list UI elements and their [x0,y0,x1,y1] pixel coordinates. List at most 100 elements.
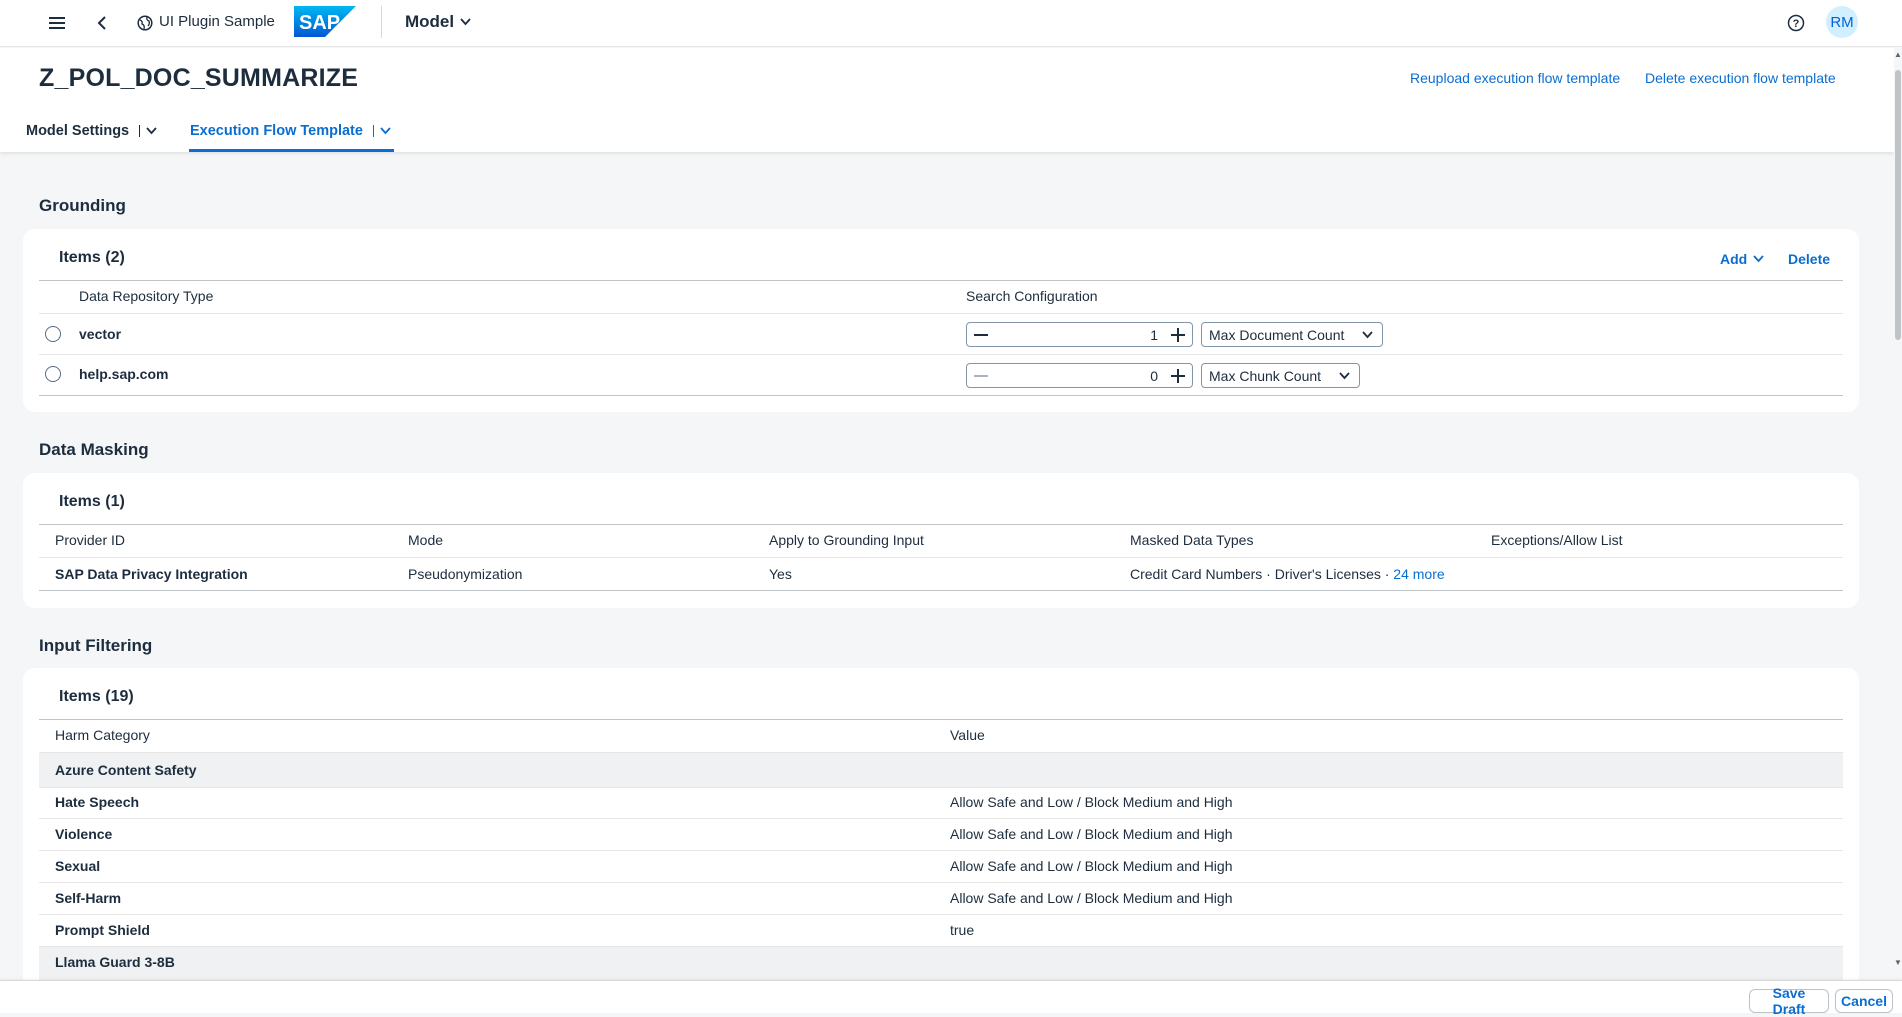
input-filtering-card: Items (19) Harm Category Value Azure Con… [23,668,1859,1008]
plus-icon[interactable] [1167,324,1189,345]
tab-model-settings[interactable]: Model Settings [26,123,157,139]
app-title[interactable]: UI Plugin Sample [159,13,275,30]
table-bottom-border [39,395,1843,396]
globe-icon [134,12,156,34]
apply-to-grounding-input: Yes [769,566,792,582]
group-header-row [39,753,1843,787]
stepper-value[interactable]: 0 [1150,368,1158,384]
select-value: Max Document Count [1209,326,1345,343]
shell-separator [381,6,382,38]
add-button[interactable]: Add [1720,251,1764,267]
more-types-link[interactable]: 24 more [1393,566,1444,582]
page-title: Z_POL_DOC_SUMMARIZE [39,64,359,92]
column-header[interactable]: Masked Data Types [1130,532,1253,548]
row-divider [39,787,1843,788]
row-divider [39,882,1843,883]
input-filtering-section-title: Input Filtering [39,636,153,655]
tab-label: Model Settings [26,123,130,139]
scrollbar-thumb[interactable] [1895,70,1901,340]
input-filtering-items-title: Items (19) [59,688,134,705]
model-menu[interactable]: Model [405,12,471,32]
help-icon[interactable]: ? [1785,12,1807,34]
column-header[interactable]: Search Configuration [966,288,1098,304]
column-header[interactable]: Apply to Grounding Input [769,532,924,548]
harm-value: true [950,922,975,938]
column-header[interactable]: Exceptions/Allow List [1491,532,1623,548]
tab-execution-flow-template[interactable]: Execution Flow Template [190,123,391,139]
reupload-template-link[interactable]: Reupload execution flow template [1410,70,1620,86]
data-masking-section-title: Data Masking [39,440,149,459]
save-draft-button[interactable]: Save Draft [1749,985,1829,1017]
group-label: Azure Content Safety [55,762,197,778]
add-button-label: Add [1720,251,1748,267]
harm-value: Allow Safe and Low / Block Medium and Hi… [950,858,1233,874]
column-header[interactable]: Provider ID [55,532,125,548]
harm-category: Self-Harm [55,890,122,906]
chevron-down-icon [1362,331,1373,339]
table-header-border [39,719,1843,720]
column-header[interactable]: Harm Category [55,727,150,743]
row-divider [39,557,1843,558]
select-value: Max Chunk Count [1209,367,1322,384]
row-select-radio[interactable] [45,326,61,342]
active-tab-indicator [189,149,394,152]
row-select-radio[interactable] [45,366,61,382]
masked-data-types: Credit Card Numbers · Driver's Licenses … [1130,566,1445,582]
grounding-items-title: Items (2) [59,249,125,266]
scroll-down-icon[interactable]: ▼ [1893,958,1902,968]
plus-icon[interactable] [1167,365,1189,386]
table-header-border [39,524,1843,525]
stepper-value[interactable]: 1 [1150,327,1158,343]
masking-mode: Pseudonymization [408,566,523,582]
data-masking-items-title: Items (1) [59,493,125,510]
svg-text:SAP: SAP [299,12,340,34]
row-divider [39,818,1843,819]
max-chunk-count-stepper[interactable]: 0 [966,363,1193,388]
chevron-down-icon [1753,255,1764,263]
minus-icon[interactable] [970,365,992,386]
svg-text:?: ? [1793,18,1800,30]
harm-category: Prompt Shield [55,922,150,938]
delete-template-link[interactable]: Delete execution flow template [1645,70,1836,86]
row-divider [39,914,1843,915]
masked-data-types-text: Credit Card Numbers · Driver's Licenses … [1130,566,1394,582]
chevron-down-icon [380,127,391,135]
group-label: Llama Guard 3-8B [55,954,175,970]
table-bottom-border [39,590,1843,591]
row-divider [39,354,1843,355]
chevron-down-icon [1339,372,1350,380]
scroll-up-icon[interactable]: ▲ [1893,50,1902,60]
search-option-select[interactable]: Max Chunk Count [1201,363,1360,388]
column-header[interactable]: Data Repository Type [79,288,213,304]
delete-button[interactable]: Delete [1788,251,1830,267]
harm-category: Hate Speech [55,794,140,810]
harm-value: Allow Safe and Low / Block Medium and Hi… [950,794,1233,810]
tab-separator [139,125,141,137]
model-menu-label: Model [405,12,455,31]
harm-category: Violence [55,826,113,842]
chevron-down-icon [460,18,471,26]
column-header[interactable]: Value [950,727,985,743]
minus-icon[interactable] [970,324,992,345]
repository-type: vector [79,326,122,342]
data-masking-card: Items (1) Provider ID Mode Apply to Grou… [23,473,1859,608]
search-option-select[interactable]: Max Document Count [1201,322,1383,347]
shell-bar: UI Plugin Sample SAP Model ? RM [0,0,1902,47]
harm-value: Allow Safe and Low / Block Medium and Hi… [950,826,1233,842]
avatar[interactable]: RM [1826,6,1858,38]
sap-logo: SAP [294,6,356,37]
max-document-count-stepper[interactable]: 1 [966,322,1193,347]
tab-label: Execution Flow Template [190,123,363,139]
hamburger-menu-icon[interactable] [46,12,68,34]
grounding-card: Items (2) Add Delete Data Repository Typ… [23,229,1859,412]
back-icon[interactable] [91,12,113,34]
cancel-button[interactable]: Cancel [1835,989,1893,1013]
tab-separator [372,125,374,137]
harm-category: Sexual [55,858,101,874]
harm-value: Allow Safe and Low / Block Medium and Hi… [950,890,1233,906]
row-divider [39,313,1843,314]
repository-type: help.sap.com [79,366,169,382]
grounding-section-title: Grounding [39,196,126,215]
row-divider [39,850,1843,851]
column-header[interactable]: Mode [408,532,443,548]
